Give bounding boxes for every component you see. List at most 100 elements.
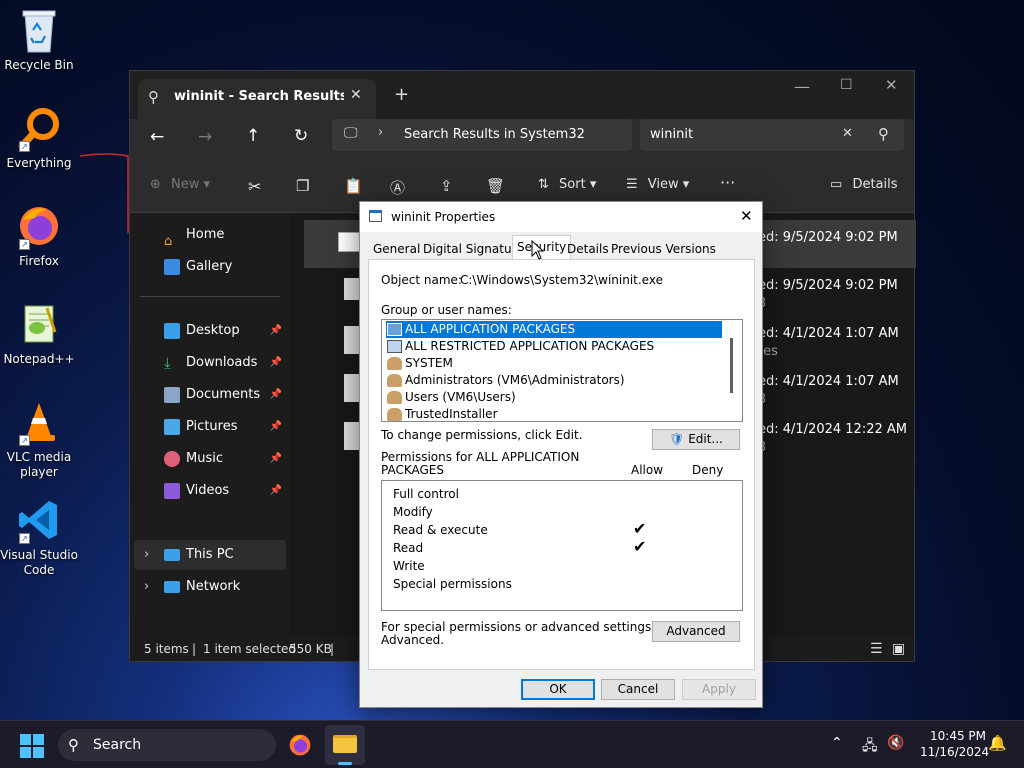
nav-item-music[interactable]: Music 📌 [134, 444, 286, 474]
chevron-right-icon: › [144, 547, 150, 562]
paste-icon[interactable]: 📋 [344, 177, 363, 195]
desktop-icon-label: Recycle Bin [4, 58, 74, 72]
permission-name: Read & execute [393, 523, 488, 537]
refresh-icon[interactable]: ↻ [294, 126, 308, 146]
list-item[interactable]: ALL APPLICATION PACKAGES [386, 321, 722, 338]
chevron-up-icon[interactable]: ⌃ [831, 735, 843, 751]
nav-item-network[interactable]: › Network [134, 572, 286, 602]
group-names-label: Group or user names: [381, 303, 512, 317]
pin-icon[interactable]: 📌 [270, 348, 282, 378]
list-item[interactable]: TrustedInstaller [386, 406, 498, 421]
more-options-icon[interactable]: ··· [720, 173, 735, 192]
status-selected: 1 item selected [203, 642, 297, 656]
minimize-icon[interactable]: — [794, 77, 810, 96]
cut-icon[interactable]: ✂ [248, 177, 261, 196]
clock-time[interactable]: 10:45 PM [930, 729, 986, 743]
desktop-icon-notepadpp[interactable]: Notepad++ [0, 302, 78, 367]
forward-arrow-icon[interactable]: → [198, 127, 212, 147]
nav-item-videos[interactable]: Videos 📌 [134, 476, 286, 506]
list-item[interactable]: Administrators (VM6\Administrators) [386, 372, 625, 389]
nav-item-downloads[interactable]: ⤓ Downloads 📌 [134, 348, 286, 378]
list-scrollbar[interactable] [730, 338, 733, 393]
clock-date[interactable]: 11/16/2024 [920, 745, 989, 759]
desktop-icon-vscode[interactable]: ↗ Visual Studio Code [0, 498, 78, 578]
copy-icon[interactable]: ❐ [296, 177, 309, 195]
tiles-view-icon[interactable]: ▣ [892, 637, 905, 661]
clear-search-icon[interactable]: ✕ [842, 126, 853, 141]
taskbar-firefox-button[interactable] [288, 733, 312, 757]
share-icon[interactable]: ⇪ [440, 177, 453, 195]
close-dialog-icon[interactable]: ✕ [740, 207, 753, 225]
delete-icon[interactable]: 🗑 [486, 177, 505, 195]
user-name: Administrators (VM6\Administrators) [405, 373, 625, 387]
list-item[interactable]: Users (VM6\Users) [386, 389, 516, 406]
back-arrow-icon[interactable]: ← [150, 127, 164, 147]
nav-item-desktop[interactable]: Desktop 📌 [134, 316, 286, 346]
taskbar-explorer-button[interactable] [325, 725, 365, 765]
desktop-icon-vlc[interactable]: ↗ VLC media player [0, 400, 78, 480]
new-button[interactable]: ⊕ New ▾ [150, 177, 210, 192]
search-icon[interactable]: ⚲ [878, 125, 889, 143]
search-box[interactable]: wininit ✕ ⚲ [640, 119, 904, 151]
start-button[interactable] [20, 734, 44, 758]
notification-bell-icon[interactable]: 🔔 [988, 734, 1007, 752]
windows-logo-icon [20, 734, 44, 758]
rename-icon[interactable]: Ⓐ [390, 177, 405, 198]
advanced-button[interactable]: Advanced [652, 621, 740, 642]
address-text: Search Results in System32 [404, 127, 585, 142]
view-button[interactable]: ☰ View ▾ [626, 177, 689, 192]
edit-button[interactable]: 🛡 Edit... [652, 429, 740, 450]
pin-icon[interactable]: 📌 [270, 444, 282, 474]
recycle-bin-icon [17, 8, 61, 53]
details-view-icon[interactable]: ☰ [870, 637, 883, 661]
nav-item-gallery[interactable]: Gallery [134, 252, 286, 282]
tab-general[interactable]: General [369, 238, 424, 260]
address-field[interactable]: 🖵 › Search Results in System32 [332, 119, 632, 151]
documents-icon [164, 387, 180, 403]
pin-icon[interactable]: 📌 [270, 476, 282, 506]
volume-muted-icon[interactable]: 🔇 [887, 735, 904, 751]
user-list[interactable]: ALL APPLICATION PACKAGES ALL RESTRICTED … [381, 319, 743, 422]
permission-name: Special permissions [393, 577, 512, 591]
permission-name: Write [393, 559, 425, 573]
close-window-icon[interactable]: ✕ [885, 76, 898, 94]
search-value: wininit [650, 127, 694, 142]
view-label: View [647, 177, 679, 192]
modified-date: ed: 4/1/2024 1:07 AM [758, 326, 899, 341]
ok-button[interactable]: OK [521, 679, 595, 700]
details-pane-button[interactable]: ▭ Details [830, 177, 898, 192]
maximize-icon[interactable]: ☐ [840, 77, 853, 93]
desktop-icon-everything[interactable]: ↗ Everything [0, 106, 78, 171]
desktop-icon-label: Everything [6, 156, 72, 170]
allow-checkmark-icon: ✔ [633, 519, 647, 538]
explorer-tab[interactable]: ⚲ wininit - Search Results in Syst ✕ [138, 79, 376, 119]
pin-icon[interactable]: 📌 [270, 380, 282, 410]
list-item[interactable]: SYSTEM [386, 355, 453, 372]
sort-button[interactable]: ⇅ Sort ▾ [538, 177, 596, 192]
cancel-button[interactable]: Cancel [601, 679, 675, 700]
nav-item-pictures[interactable]: Pictures 📌 [134, 412, 286, 442]
firefox-icon: ↗ [17, 204, 61, 250]
apply-button[interactable]: Apply [682, 679, 756, 700]
list-item[interactable]: ALL RESTRICTED APPLICATION PACKAGES [386, 338, 654, 355]
desktop-icon-firefox[interactable]: ↗ Firefox [0, 204, 78, 269]
uac-shield-icon: 🛡 [669, 432, 685, 446]
pin-icon[interactable]: 📌 [270, 412, 282, 442]
nav-item-home[interactable]: ⌂ Home [134, 220, 286, 250]
nav-item-documents[interactable]: Documents 📌 [134, 380, 286, 410]
pin-icon[interactable]: 📌 [270, 316, 282, 346]
package-group-icon [387, 323, 402, 336]
nav-label: Network [186, 579, 241, 594]
network-status-icon[interactable]: 🖧 [862, 735, 878, 759]
close-tab-icon[interactable]: ✕ [350, 87, 362, 103]
tab-details[interactable]: Details [563, 238, 613, 260]
new-tab-icon[interactable]: + [394, 84, 409, 105]
nav-item-this-pc[interactable]: › This PC [134, 540, 286, 570]
sort-label: Sort [559, 177, 586, 192]
nav-label: Documents [186, 387, 261, 402]
users-icon [387, 408, 402, 421]
tab-previous-versions[interactable]: Previous Versions [607, 238, 720, 260]
desktop-icon-recycle-bin[interactable]: Recycle Bin [0, 8, 78, 73]
taskbar-search-box[interactable]: ⚲ Search [58, 729, 276, 761]
up-arrow-icon[interactable]: ↑ [246, 126, 260, 146]
